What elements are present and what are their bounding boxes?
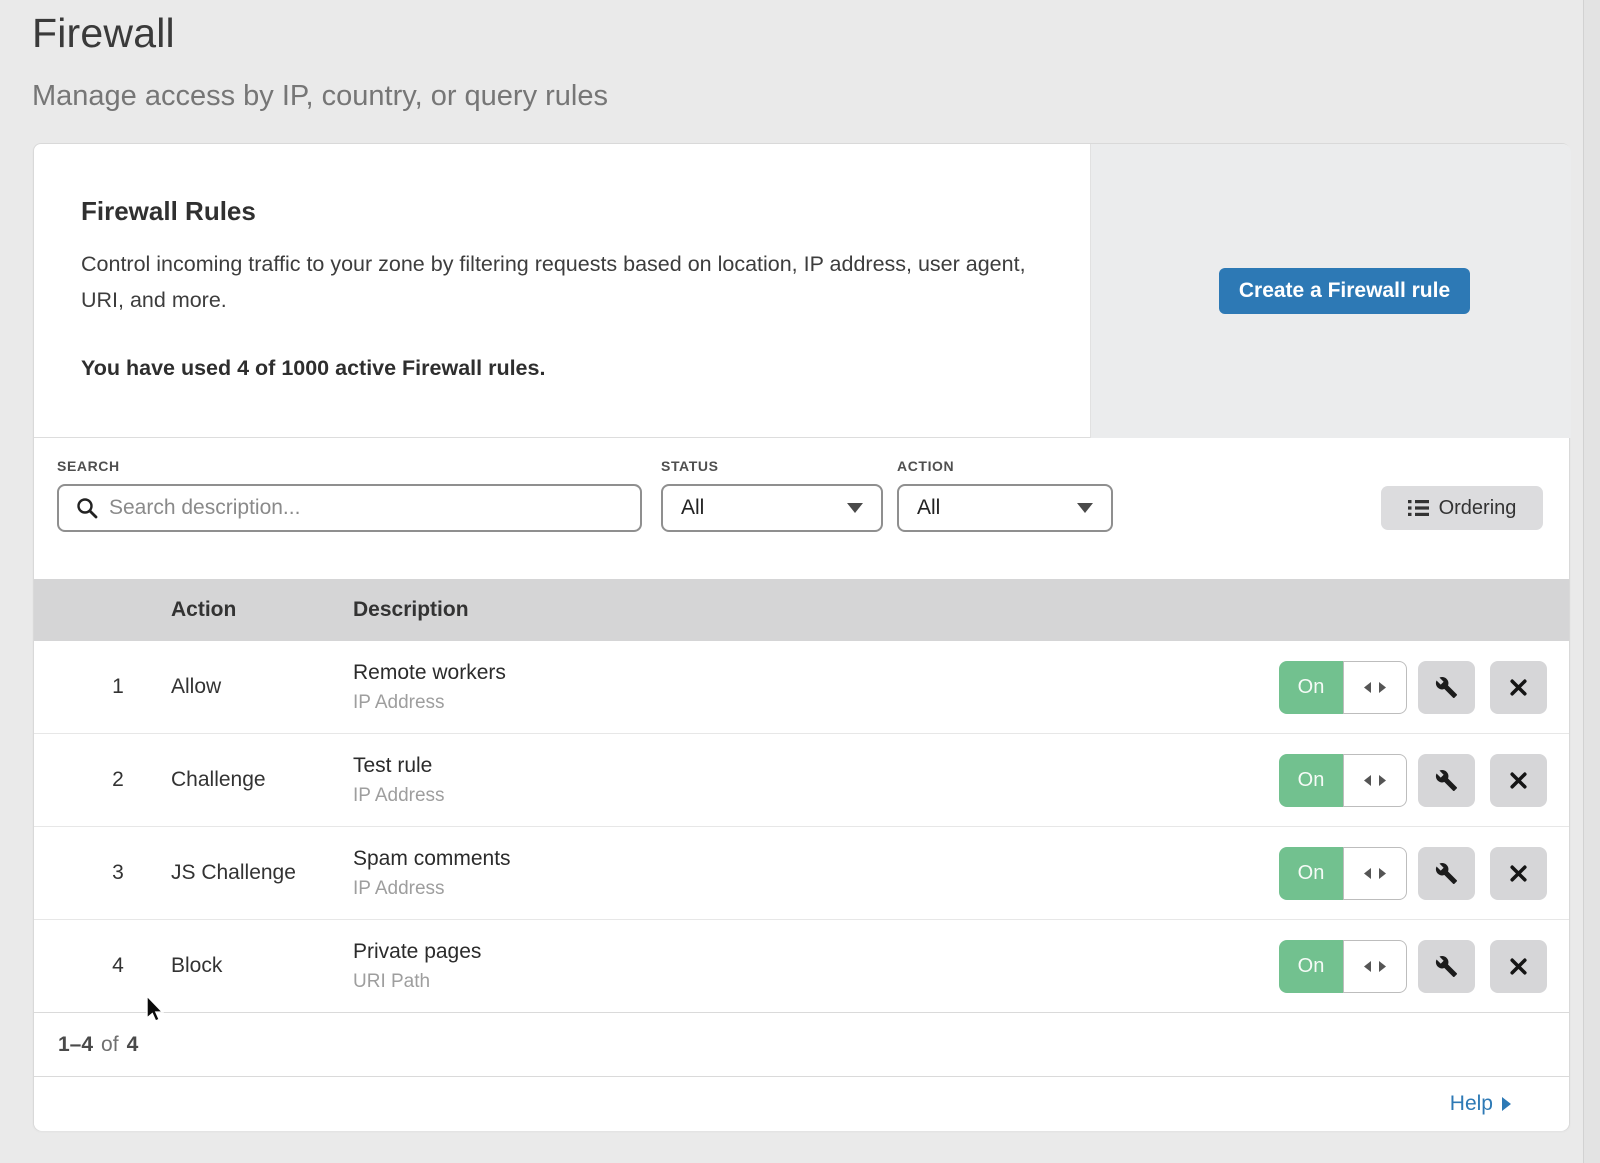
rule-enabled-toggle[interactable]: On <box>1279 661 1407 714</box>
ordering-button-label: Ordering <box>1439 497 1517 520</box>
delete-rule-button[interactable] <box>1490 661 1547 714</box>
rule-match-type: URI Path <box>353 971 481 993</box>
search-field[interactable] <box>57 484 642 532</box>
rule-enabled-toggle[interactable]: On <box>1279 940 1407 993</box>
overview-usage-text: You have used 4 of 1000 active Firewall … <box>81 356 545 381</box>
action-select-value: All <box>917 496 940 520</box>
toggle-handle[interactable] <box>1343 754 1407 807</box>
search-input[interactable] <box>109 488 619 528</box>
close-icon <box>1508 863 1529 884</box>
rule-description: Remote workers <box>353 661 506 685</box>
edit-rule-button[interactable] <box>1418 661 1475 714</box>
rule-description-cell: Private pages URI Path <box>353 920 481 1012</box>
pagination-range: 1–4 <box>58 1033 93 1057</box>
help-link[interactable]: Help <box>1450 1092 1511 1116</box>
wrench-icon <box>1435 862 1458 885</box>
rule-description: Spam comments <box>353 847 511 871</box>
page-title: Firewall <box>32 10 175 57</box>
overview-heading: Firewall Rules <box>81 196 256 227</box>
wrench-icon <box>1435 676 1458 699</box>
delete-rule-button[interactable] <box>1490 940 1547 993</box>
edit-rule-button[interactable] <box>1418 940 1475 993</box>
rule-priority: 1 <box>104 641 132 733</box>
overview-section: Firewall Rules Control incoming traffic … <box>34 144 1569 438</box>
action-label: ACTION <box>897 458 954 474</box>
column-header-description: Description <box>353 598 469 622</box>
edit-rule-button[interactable] <box>1418 847 1475 900</box>
toggle-handle[interactable] <box>1343 847 1407 900</box>
rule-enabled-toggle[interactable]: On <box>1279 847 1407 900</box>
status-select-value: All <box>681 496 704 520</box>
column-header-action: Action <box>171 598 236 622</box>
page-subtitle: Manage access by IP, country, or query r… <box>32 80 608 113</box>
rule-priority: 3 <box>104 827 132 919</box>
arrow-right-icon <box>1502 1097 1511 1111</box>
rule-action: JS Challenge <box>171 827 296 919</box>
rule-match-type: IP Address <box>353 692 506 714</box>
toggle-on-label[interactable]: On <box>1279 661 1343 714</box>
delete-rule-button[interactable] <box>1490 847 1547 900</box>
firewall-page: Firewall Manage access by IP, country, o… <box>0 0 1600 1163</box>
search-icon <box>75 496 99 520</box>
table-row: 1 Allow Remote workers IP Address On <box>34 641 1569 734</box>
toggle-on-label[interactable]: On <box>1279 847 1343 900</box>
close-icon <box>1508 677 1529 698</box>
rule-description-cell: Remote workers IP Address <box>353 641 506 733</box>
ordered-list-icon <box>1408 499 1429 517</box>
rules-list: 1 Allow Remote workers IP Address On <box>34 641 1569 1013</box>
pagination: 1–4 of 4 <box>34 1013 1569 1076</box>
rule-action: Allow <box>171 641 221 733</box>
rule-description-cell: Test rule IP Address <box>353 734 445 826</box>
rule-priority: 4 <box>104 920 132 1012</box>
rule-match-type: IP Address <box>353 878 511 900</box>
firewall-rules-card: Firewall Rules Control incoming traffic … <box>33 143 1570 1131</box>
card-footer: Help <box>34 1076 1569 1131</box>
toggle-on-label[interactable]: On <box>1279 940 1343 993</box>
chevron-down-icon <box>847 503 863 513</box>
pagination-total: 4 <box>127 1033 139 1057</box>
toggle-on-label[interactable]: On <box>1279 754 1343 807</box>
search-label: SEARCH <box>57 458 120 474</box>
table-row: 2 Challenge Test rule IP Address On <box>34 734 1569 827</box>
edit-rule-button[interactable] <box>1418 754 1475 807</box>
rule-action: Challenge <box>171 734 266 826</box>
table-header: Action Description <box>34 579 1569 641</box>
status-label: STATUS <box>661 458 719 474</box>
create-rule-panel: Create a Firewall rule <box>1090 144 1571 438</box>
pagination-separator: of <box>101 1033 119 1057</box>
close-icon <box>1508 956 1529 977</box>
scrollbar[interactable] <box>1583 0 1600 1163</box>
wrench-icon <box>1435 955 1458 978</box>
table-row: 4 Block Private pages URI Path On <box>34 920 1569 1013</box>
rule-description-cell: Spam comments IP Address <box>353 827 511 919</box>
wrench-icon <box>1435 769 1458 792</box>
chevron-down-icon <box>1077 503 1093 513</box>
help-link-label: Help <box>1450 1092 1493 1116</box>
create-firewall-rule-button[interactable]: Create a Firewall rule <box>1219 268 1470 314</box>
rule-match-type: IP Address <box>353 785 445 807</box>
toggle-arrows-icon <box>1362 960 1388 973</box>
toggle-arrows-icon <box>1362 681 1388 694</box>
ordering-button[interactable]: Ordering <box>1381 486 1543 530</box>
toggle-handle[interactable] <box>1343 661 1407 714</box>
toggle-arrows-icon <box>1362 867 1388 880</box>
toggle-handle[interactable] <box>1343 940 1407 993</box>
rule-enabled-toggle[interactable]: On <box>1279 754 1407 807</box>
status-select[interactable]: All <box>661 484 883 532</box>
overview-description: Control incoming traffic to your zone by… <box>81 246 1031 318</box>
rule-description: Private pages <box>353 940 481 964</box>
mouse-cursor <box>146 996 172 1026</box>
table-row: 3 JS Challenge Spam comments IP Address … <box>34 827 1569 920</box>
rule-priority: 2 <box>104 734 132 826</box>
action-select[interactable]: All <box>897 484 1113 532</box>
rule-description: Test rule <box>353 754 445 778</box>
close-icon <box>1508 770 1529 791</box>
rule-action: Block <box>171 920 222 1012</box>
delete-rule-button[interactable] <box>1490 754 1547 807</box>
toggle-arrows-icon <box>1362 774 1388 787</box>
